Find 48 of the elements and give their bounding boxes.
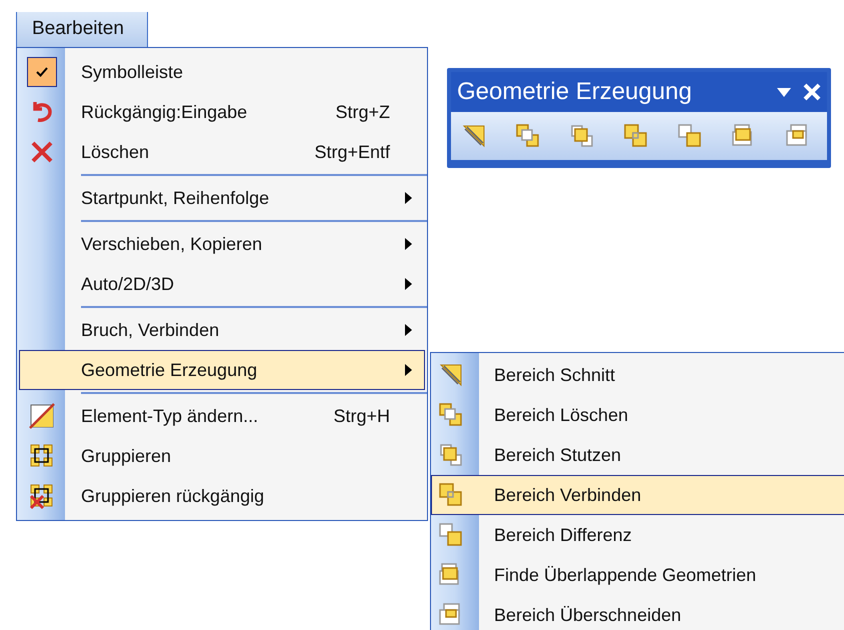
checkmark-icon [36,67,48,77]
menu-item[interactable]: Rückgängig:Eingabe Strg+Z [19,92,425,132]
diagonal-cut-icon [462,124,486,148]
submenu-item[interactable]: Bereich Differenz [431,515,844,555]
merged-squares-icon [439,483,463,507]
dropdown-caret-icon[interactable] [777,88,791,96]
group-squares-icon [29,443,55,469]
overlapping-squares-icon [439,403,463,427]
menu-item[interactable]: Auto/2D/3D [19,264,425,304]
toolbar-title: Geometrie Erzeugung [457,77,692,107]
submenu-item[interactable]: Bereich Überschneiden [431,595,844,630]
submenu-arrow-icon [405,192,412,204]
diagonal-cut-icon [439,363,463,387]
menu-item[interactable]: Gruppieren rückgängig [19,476,425,516]
offset-squares-icon [678,124,702,148]
shortcut-label: Strg+Z [335,100,390,124]
shortcut-label: Strg+Entf [314,140,390,164]
menu-item[interactable]: Startpunkt, Reihenfolge [19,178,425,218]
offset-squares-icon [439,523,463,547]
menu-bar-item[interactable]: Bearbeiten [16,12,148,47]
menu-item[interactable]: Geometrie Erzeugung [19,350,425,390]
stacked-squares-icon [786,124,810,148]
submenu-arrow-icon [405,324,412,336]
submenu-arrow-icon [405,364,412,376]
submenu-item[interactable]: Finde Überlappende Geometrien [431,555,844,595]
close-icon[interactable] [803,83,821,101]
merged-squares-icon [624,124,648,148]
overlapping-squares-icon [516,124,540,148]
submenu-arrow-icon [405,278,412,290]
crossed-square-icon [29,403,55,429]
overlapping-squares-icon [439,443,463,467]
menu-item[interactable]: Löschen Strg+Entf [19,132,425,172]
menu-item[interactable]: Element-Typ ändern... Strg+H [19,396,425,436]
submenu-item[interactable]: Bereich Verbinden [431,475,844,515]
stacked-squares-icon [439,603,463,627]
menu-item[interactable]: Symbolleiste [19,52,425,92]
checkbox[interactable] [27,57,57,87]
submenu-item[interactable]: Bereich Löschen [431,395,844,435]
submenu-item[interactable]: Bereich Schnitt [431,355,844,395]
ungroup-squares-icon [29,483,55,509]
menu-item[interactable]: Verschieben, Kopieren [19,224,425,264]
delete-x-icon [30,140,54,164]
submenu-item[interactable]: Bereich Stutzen [431,435,844,475]
shortcut-label: Strg+H [333,404,390,428]
menu-item[interactable]: Gruppieren [19,436,425,476]
overlapping-squares-icon [570,124,594,148]
submenu-arrow-icon [405,238,412,250]
menu-item[interactable]: Bruch, Verbinden [19,310,425,350]
